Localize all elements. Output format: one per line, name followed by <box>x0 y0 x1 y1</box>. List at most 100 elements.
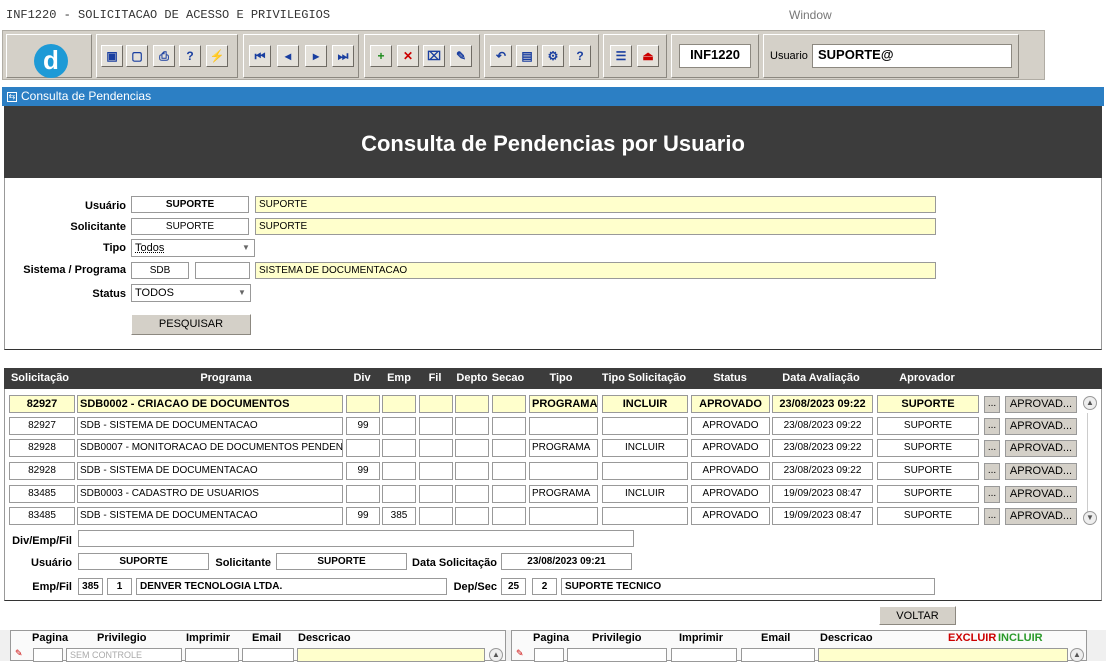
scroll-up-icon[interactable]: ▲ <box>1070 648 1084 662</box>
scroll-down-icon[interactable]: ▼ <box>1083 511 1097 525</box>
cell-secao[interactable] <box>492 395 526 413</box>
cell-tipo-solicitacao[interactable]: INCLUIR <box>602 395 688 413</box>
cell-solicitacao[interactable]: 82928 <box>9 462 75 480</box>
cell-secao[interactable] <box>492 462 526 480</box>
row-aprovado-button[interactable]: APROVAD... <box>1005 396 1077 413</box>
cell-depto[interactable] <box>455 395 489 413</box>
scroll-up-icon[interactable]: ▲ <box>489 648 503 662</box>
row-aprovado-button[interactable]: APROVAD... <box>1005 440 1077 457</box>
cell-aprovador[interactable]: SUPORTE <box>877 439 979 457</box>
next-record-icon[interactable]: ▸ <box>305 45 327 67</box>
cell-fil[interactable] <box>419 395 453 413</box>
cell-secao[interactable] <box>492 417 526 435</box>
clear-record-icon[interactable]: ⌧ <box>423 45 445 67</box>
row-details-button[interactable]: ... <box>984 418 1000 435</box>
menu-icon[interactable]: ☰ <box>610 45 632 67</box>
execute-query-icon[interactable]: ⚡ <box>206 45 228 67</box>
first-record-icon[interactable]: ⏮ <box>249 45 271 67</box>
cell-data-avaliacao[interactable]: 23/08/2023 09:22 <box>772 395 873 413</box>
cell-emp[interactable] <box>382 417 416 435</box>
cell-div[interactable] <box>346 395 380 413</box>
cell-div[interactable]: 99 <box>346 507 380 525</box>
cell-programa[interactable]: SDB0007 - MONITORACAO DE DOCUMENTOS PEND… <box>77 439 343 457</box>
help-icon[interactable]: ? <box>569 45 591 67</box>
row-aprovado-button[interactable]: APROVAD... <box>1005 463 1077 480</box>
row-aprovado-button[interactable]: APROVAD... <box>1005 508 1077 525</box>
cell-secao[interactable] <box>492 485 526 503</box>
last-record-icon[interactable]: ⏭ <box>332 45 354 67</box>
cell-solicitacao[interactable]: 82927 <box>9 417 75 435</box>
row-edit-icon[interactable]: ✎ <box>15 648 23 659</box>
cell-tipo[interactable] <box>529 417 598 435</box>
incluir-button[interactable]: INCLUIR <box>998 632 1043 644</box>
cell-secao[interactable] <box>492 439 526 457</box>
query-icon[interactable]: ? <box>179 45 201 67</box>
delete-record-icon[interactable]: ✕ <box>397 45 419 67</box>
undo-icon[interactable]: ↶ <box>490 45 512 67</box>
cell-emp[interactable] <box>382 462 416 480</box>
cell-programa[interactable]: SDB - SISTEMA DE DOCUMENTACAO <box>77 507 343 525</box>
cell-tipo[interactable]: PROGRAMA <box>529 439 598 457</box>
cell-emp[interactable] <box>382 395 416 413</box>
row-aprovado-button[interactable]: APROVAD... <box>1005 418 1077 435</box>
cell-fil[interactable] <box>419 485 453 503</box>
cell-depto[interactable] <box>455 439 489 457</box>
cell-depto[interactable] <box>455 507 489 525</box>
programa-code-field[interactable] <box>195 262 250 279</box>
cell-secao[interactable] <box>492 507 526 525</box>
insert-record-icon[interactable]: + <box>370 45 392 67</box>
cell-status[interactable]: APROVADO <box>691 417 770 435</box>
excluir-button[interactable]: EXCLUIR <box>948 632 996 644</box>
right-privilegio-field[interactable] <box>567 648 667 662</box>
row-details-button[interactable]: ... <box>984 463 1000 480</box>
cell-aprovador[interactable]: SUPORTE <box>877 507 979 525</box>
right-pagina-field[interactable] <box>534 648 564 662</box>
cell-tipo-solicitacao[interactable] <box>602 462 688 480</box>
cell-tipo-solicitacao[interactable] <box>602 507 688 525</box>
cell-status[interactable]: APROVADO <box>691 462 770 480</box>
cell-tipo-solicitacao[interactable]: INCLUIR <box>602 485 688 503</box>
left-email-field[interactable] <box>242 648 294 662</box>
clipboard-icon[interactable]: ▤ <box>516 45 538 67</box>
cell-tipo[interactable] <box>529 462 598 480</box>
left-privilegio-field[interactable]: SEM CONTROLE <box>66 648 182 662</box>
window-menu-label[interactable]: Window <box>789 8 832 22</box>
cell-data-avaliacao[interactable]: 23/08/2023 09:22 <box>772 462 873 480</box>
cell-div[interactable]: 99 <box>346 417 380 435</box>
row-details-button[interactable]: ... <box>984 508 1000 525</box>
solicitante-code-field[interactable]: SUPORTE <box>131 218 249 235</box>
user-field[interactable]: SUPORTE@ <box>812 44 1012 68</box>
pesquisar-button[interactable]: PESQUISAR <box>131 314 251 335</box>
cell-aprovador[interactable]: SUPORTE <box>877 417 979 435</box>
cell-tipo[interactable]: PROGRAMA <box>529 395 598 413</box>
cell-programa[interactable]: SDB - SISTEMA DE DOCUMENTACAO <box>77 462 343 480</box>
cell-data-avaliacao[interactable]: 19/09/2023 08:47 <box>772 507 873 525</box>
save-icon[interactable]: ▣ <box>101 45 123 67</box>
sistema-code-field[interactable]: SDB <box>131 262 189 279</box>
status-select[interactable]: TODOS ▼ <box>131 284 251 302</box>
exit-icon[interactable]: ⏏ <box>637 45 659 67</box>
usuario-code-field[interactable]: SUPORTE <box>131 196 249 213</box>
cell-tipo-solicitacao[interactable]: INCLUIR <box>602 439 688 457</box>
cell-emp[interactable] <box>382 439 416 457</box>
previous-record-icon[interactable]: ◂ <box>277 45 299 67</box>
cell-status[interactable]: APROVADO <box>691 439 770 457</box>
cell-div[interactable] <box>346 485 380 503</box>
row-aprovado-button[interactable]: APROVAD... <box>1005 486 1077 503</box>
scroll-up-icon[interactable]: ▲ <box>1083 396 1097 410</box>
cell-fil[interactable] <box>419 507 453 525</box>
right-email-field[interactable] <box>741 648 815 662</box>
cell-programa[interactable]: SDB0002 - CRIACAO DE DOCUMENTOS <box>77 395 343 413</box>
left-imprimir-field[interactable] <box>185 648 239 662</box>
row-details-button[interactable]: ... <box>984 396 1000 413</box>
edit-icon[interactable]: ✎ <box>450 45 472 67</box>
print-icon[interactable]: ⎙ <box>153 45 175 67</box>
cell-status[interactable]: APROVADO <box>691 395 770 413</box>
row-details-button[interactable]: ... <box>984 440 1000 457</box>
voltar-button[interactable]: VOLTAR <box>879 606 956 625</box>
cell-solicitacao[interactable]: 82927 <box>9 395 75 413</box>
cell-aprovador[interactable]: SUPORTE <box>877 485 979 503</box>
cell-aprovador[interactable]: SUPORTE <box>877 462 979 480</box>
cell-data-avaliacao[interactable]: 23/08/2023 09:22 <box>772 439 873 457</box>
left-pagina-field[interactable] <box>33 648 63 662</box>
